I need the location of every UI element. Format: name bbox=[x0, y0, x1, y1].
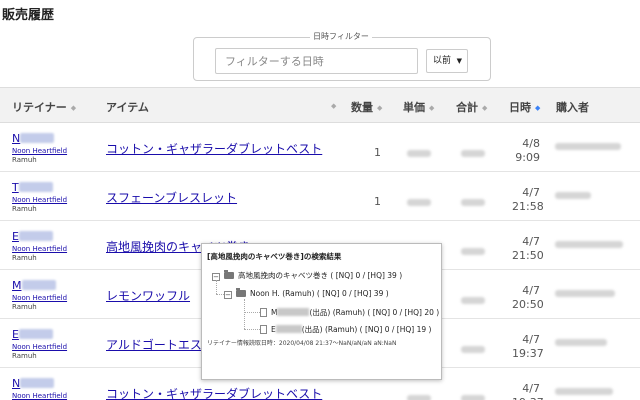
caret-down-icon: ▼ bbox=[456, 57, 462, 65]
sale-datetime: 4/7 20:50 bbox=[512, 284, 544, 311]
column-header-total[interactable]: 合計 ◆ bbox=[456, 99, 487, 115]
retainer-datacenter: Ramuh bbox=[12, 205, 37, 213]
retainer-name-link[interactable]: N bbox=[12, 132, 55, 145]
item-link[interactable]: コットン・ギャザラーダブレットベスト bbox=[106, 140, 322, 157]
sale-datetime: 4/7 21:58 bbox=[512, 186, 544, 213]
collapse-icon[interactable]: − bbox=[224, 291, 232, 299]
column-header-item[interactable]: アイテム bbox=[106, 99, 149, 115]
unit-price-redacted bbox=[407, 199, 431, 206]
tree-root[interactable]: − 高地風挽肉のキャベツ巻き ( [NQ] 0 / [HQ] 39 ) bbox=[212, 270, 402, 281]
total-redacted bbox=[461, 346, 485, 353]
date-direction-value: 以前 bbox=[433, 56, 452, 66]
file-icon bbox=[260, 308, 267, 317]
total-redacted bbox=[461, 150, 485, 157]
sale-datetime: 4/8 9:09 bbox=[515, 137, 540, 164]
buyer-redacted bbox=[555, 143, 621, 150]
unit-price-redacted bbox=[407, 150, 431, 157]
date-direction-select[interactable]: 以前 ▼ bbox=[426, 49, 468, 73]
retainer-world-link[interactable]: Noon Heartfield bbox=[12, 343, 67, 351]
sort-desc-icon: ◆ bbox=[535, 104, 541, 112]
retainer-world-link[interactable]: Noon Heartfield bbox=[12, 245, 67, 253]
buyer-redacted bbox=[555, 192, 591, 199]
table-row: N Noon Heartfield Ramuh コットン・ギャザラーダブレットベスト 1… bbox=[0, 123, 640, 172]
total-redacted bbox=[461, 297, 485, 304]
retainer-datacenter: Ramuh bbox=[12, 254, 37, 262]
total-redacted bbox=[461, 248, 485, 255]
tree-child[interactable]: − Noon H. (Ramuh) ( [NQ] 0 / [HQ] 39 ) bbox=[224, 288, 389, 299]
retainer-world-link[interactable]: Noon Heartfield bbox=[12, 392, 67, 400]
column-header-unit-price[interactable]: 単価 ◆ bbox=[403, 99, 434, 115]
quantity: 1 bbox=[374, 195, 381, 208]
buyer-redacted bbox=[555, 388, 613, 395]
retainer-name-link[interactable]: E bbox=[12, 230, 53, 243]
date-filter-input[interactable] bbox=[215, 48, 418, 74]
table-header: リテイナー ◆ アイテム ◆ 数量 ◆ 単価 ◆ 合計 ◆ 日時 ◆ 購入者 bbox=[0, 87, 640, 123]
buyer-redacted bbox=[555, 290, 615, 297]
folder-icon bbox=[236, 288, 246, 297]
column-header-qty[interactable]: 数量 ◆ bbox=[351, 99, 382, 115]
retainer-datacenter: Ramuh bbox=[12, 156, 37, 164]
retainer-name-link[interactable]: T bbox=[12, 181, 53, 194]
retainer-name-link[interactable]: E bbox=[12, 328, 53, 341]
sale-datetime: 4/7 21:50 bbox=[512, 235, 544, 262]
buyer-redacted bbox=[555, 241, 623, 248]
popup-title: [高地風挽肉のキャベツ巻き]の検索結果 bbox=[207, 252, 342, 261]
retainer-world-link[interactable]: Noon Heartfield bbox=[12, 147, 67, 155]
item-link[interactable]: コットン・ギャザラーダブレットベスト bbox=[106, 385, 322, 400]
retainer-world-link[interactable]: Noon Heartfield bbox=[12, 294, 67, 302]
item-link[interactable]: レモンワッフル bbox=[106, 287, 190, 304]
tree-leaf[interactable]: E (出品) (Ramuh) ( [NQ] 0 / [HQ] 19 ) bbox=[260, 324, 431, 335]
quantity: 1 bbox=[374, 146, 381, 159]
date-filter-legend: 日時フィルター bbox=[310, 31, 372, 42]
buyer-redacted bbox=[555, 339, 607, 346]
date-filter: 日時フィルター 以前 ▼ bbox=[193, 31, 491, 81]
sort-icon: ◆ bbox=[70, 104, 77, 112]
sort-icon: ◆ bbox=[429, 104, 435, 112]
folder-icon bbox=[224, 270, 234, 279]
item-link[interactable]: スフェーンブレスレット bbox=[106, 189, 237, 206]
item-link[interactable]: アルドゴートエスパ bbox=[106, 336, 214, 353]
total-redacted bbox=[461, 199, 485, 206]
sale-datetime: 4/719:37 bbox=[512, 382, 544, 400]
column-header-buyer[interactable]: 購入者 bbox=[556, 99, 589, 115]
retainer-name-link[interactable]: N bbox=[12, 377, 55, 390]
search-results-popup: [高地風挽肉のキャベツ巻き]の検索結果 − 高地風挽肉のキャベツ巻き ( [NQ]… bbox=[201, 243, 442, 380]
unit-price-redacted bbox=[407, 395, 431, 400]
retainer-datacenter: Ramuh bbox=[12, 303, 37, 311]
page-title: 販売履歴 bbox=[2, 8, 55, 23]
column-header-date[interactable]: 日時 ◆ bbox=[509, 99, 540, 115]
file-icon bbox=[260, 325, 267, 334]
total-redacted bbox=[461, 395, 485, 400]
sort-icon: ◆ bbox=[482, 104, 488, 112]
retainer-name-link[interactable]: M bbox=[12, 279, 56, 292]
sale-datetime: 4/719:37 bbox=[512, 333, 544, 360]
retainer-world-link[interactable]: Noon Heartfield bbox=[12, 196, 67, 204]
tree-leaf[interactable]: M (出品) (Ramuh) ( [NQ] 0 / [HQ] 20 ) bbox=[260, 307, 439, 318]
sort-icon[interactable]: ◆ bbox=[327, 99, 336, 112]
retainer-datacenter: Ramuh bbox=[12, 352, 37, 360]
popup-footer: リテイナー情報読取日時：2020/04/08 21:37～NaN/aN/aN a… bbox=[207, 340, 397, 347]
column-header-retainer[interactable]: リテイナー ◆ bbox=[12, 99, 76, 115]
table-row: T Noon Heartfield Ramuh スフェーンブレスレット 1 4/7 21:5… bbox=[0, 172, 640, 221]
sort-icon: ◆ bbox=[377, 104, 383, 112]
